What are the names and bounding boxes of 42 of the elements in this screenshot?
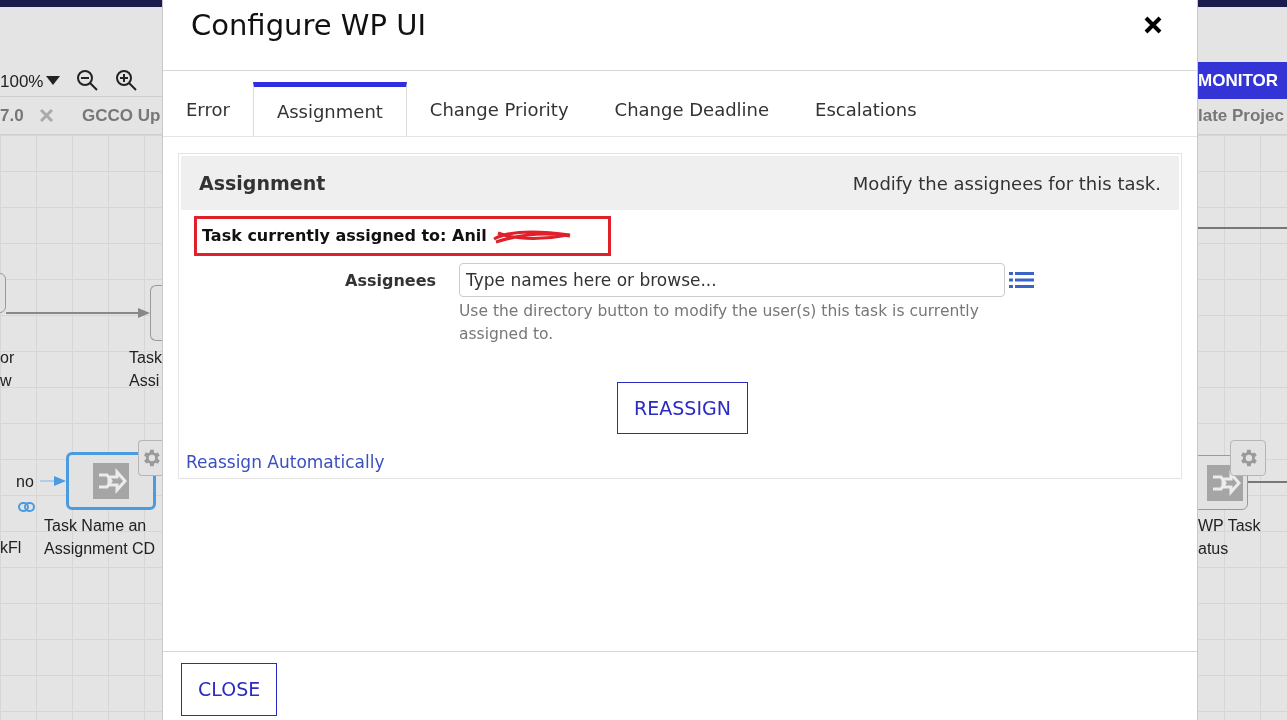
- panel-description: Modify the assignees for this task.: [852, 171, 1161, 196]
- help-text: Use the directory button to modify the user(s) this task is currently assigned to.: [459, 301, 980, 345]
- document-tab[interactable]: late Projec: [1198, 97, 1284, 134]
- edge-label: no: [16, 472, 34, 492]
- document-tab[interactable]: GCCO Up: [70, 97, 161, 134]
- reassign-automatically-link[interactable]: Reassign Automatically: [186, 450, 385, 476]
- node-label: Assignment CD: [44, 539, 156, 559]
- current-assignee: Task currently assigned to: Anil: [202, 225, 487, 247]
- dropdown-caret-icon[interactable]: [46, 76, 60, 85]
- tab[interactable]: Assignment: [252, 82, 407, 136]
- dialog-title: Configure WP UI: [191, 7, 426, 44]
- connector-arrow: [40, 474, 66, 488]
- node-label: WP Task: [1198, 516, 1261, 536]
- assignees-field[interactable]: Type names here or browse...: [459, 263, 1005, 297]
- reassign-button[interactable]: REASSIGN: [617, 382, 748, 434]
- tab[interactable]: Error: [163, 82, 253, 136]
- document-tab[interactable]: 7.0: [0, 97, 70, 134]
- node-label: w: [0, 371, 13, 391]
- settings-button[interactable]: [138, 440, 162, 476]
- close-icon[interactable]: [1143, 15, 1163, 35]
- assignees-label: Assignees: [344, 270, 436, 292]
- node-label: Task Name an: [44, 516, 148, 536]
- close-button[interactable]: CLOSE: [181, 663, 278, 716]
- node-label: Assi: [129, 371, 161, 391]
- list-icon[interactable]: [1009, 271, 1034, 289]
- tab[interactable]: Change Deadline: [591, 82, 793, 136]
- settings-button[interactable]: [1230, 440, 1266, 476]
- zoom-out-icon[interactable]: [75, 68, 99, 92]
- zoom-level[interactable]: 100%: [0, 69, 44, 95]
- link-icon: [18, 502, 35, 512]
- node-label: Task: [129, 348, 162, 368]
- workflow-node[interactable]: [150, 285, 162, 341]
- node-label: kFl: [0, 538, 22, 558]
- monitor-button[interactable]: MONITOR: [1198, 62, 1287, 99]
- workflow-node[interactable]: [66, 452, 156, 510]
- node-label: atus: [1198, 539, 1230, 559]
- zoom-in-icon[interactable]: [114, 68, 138, 92]
- process-icon: [93, 463, 129, 499]
- tab[interactable]: Change Priority: [406, 82, 592, 136]
- tab[interactable]: Escalations: [792, 82, 940, 136]
- node-label: or: [0, 348, 15, 368]
- panel-title: Assignment: [199, 170, 326, 196]
